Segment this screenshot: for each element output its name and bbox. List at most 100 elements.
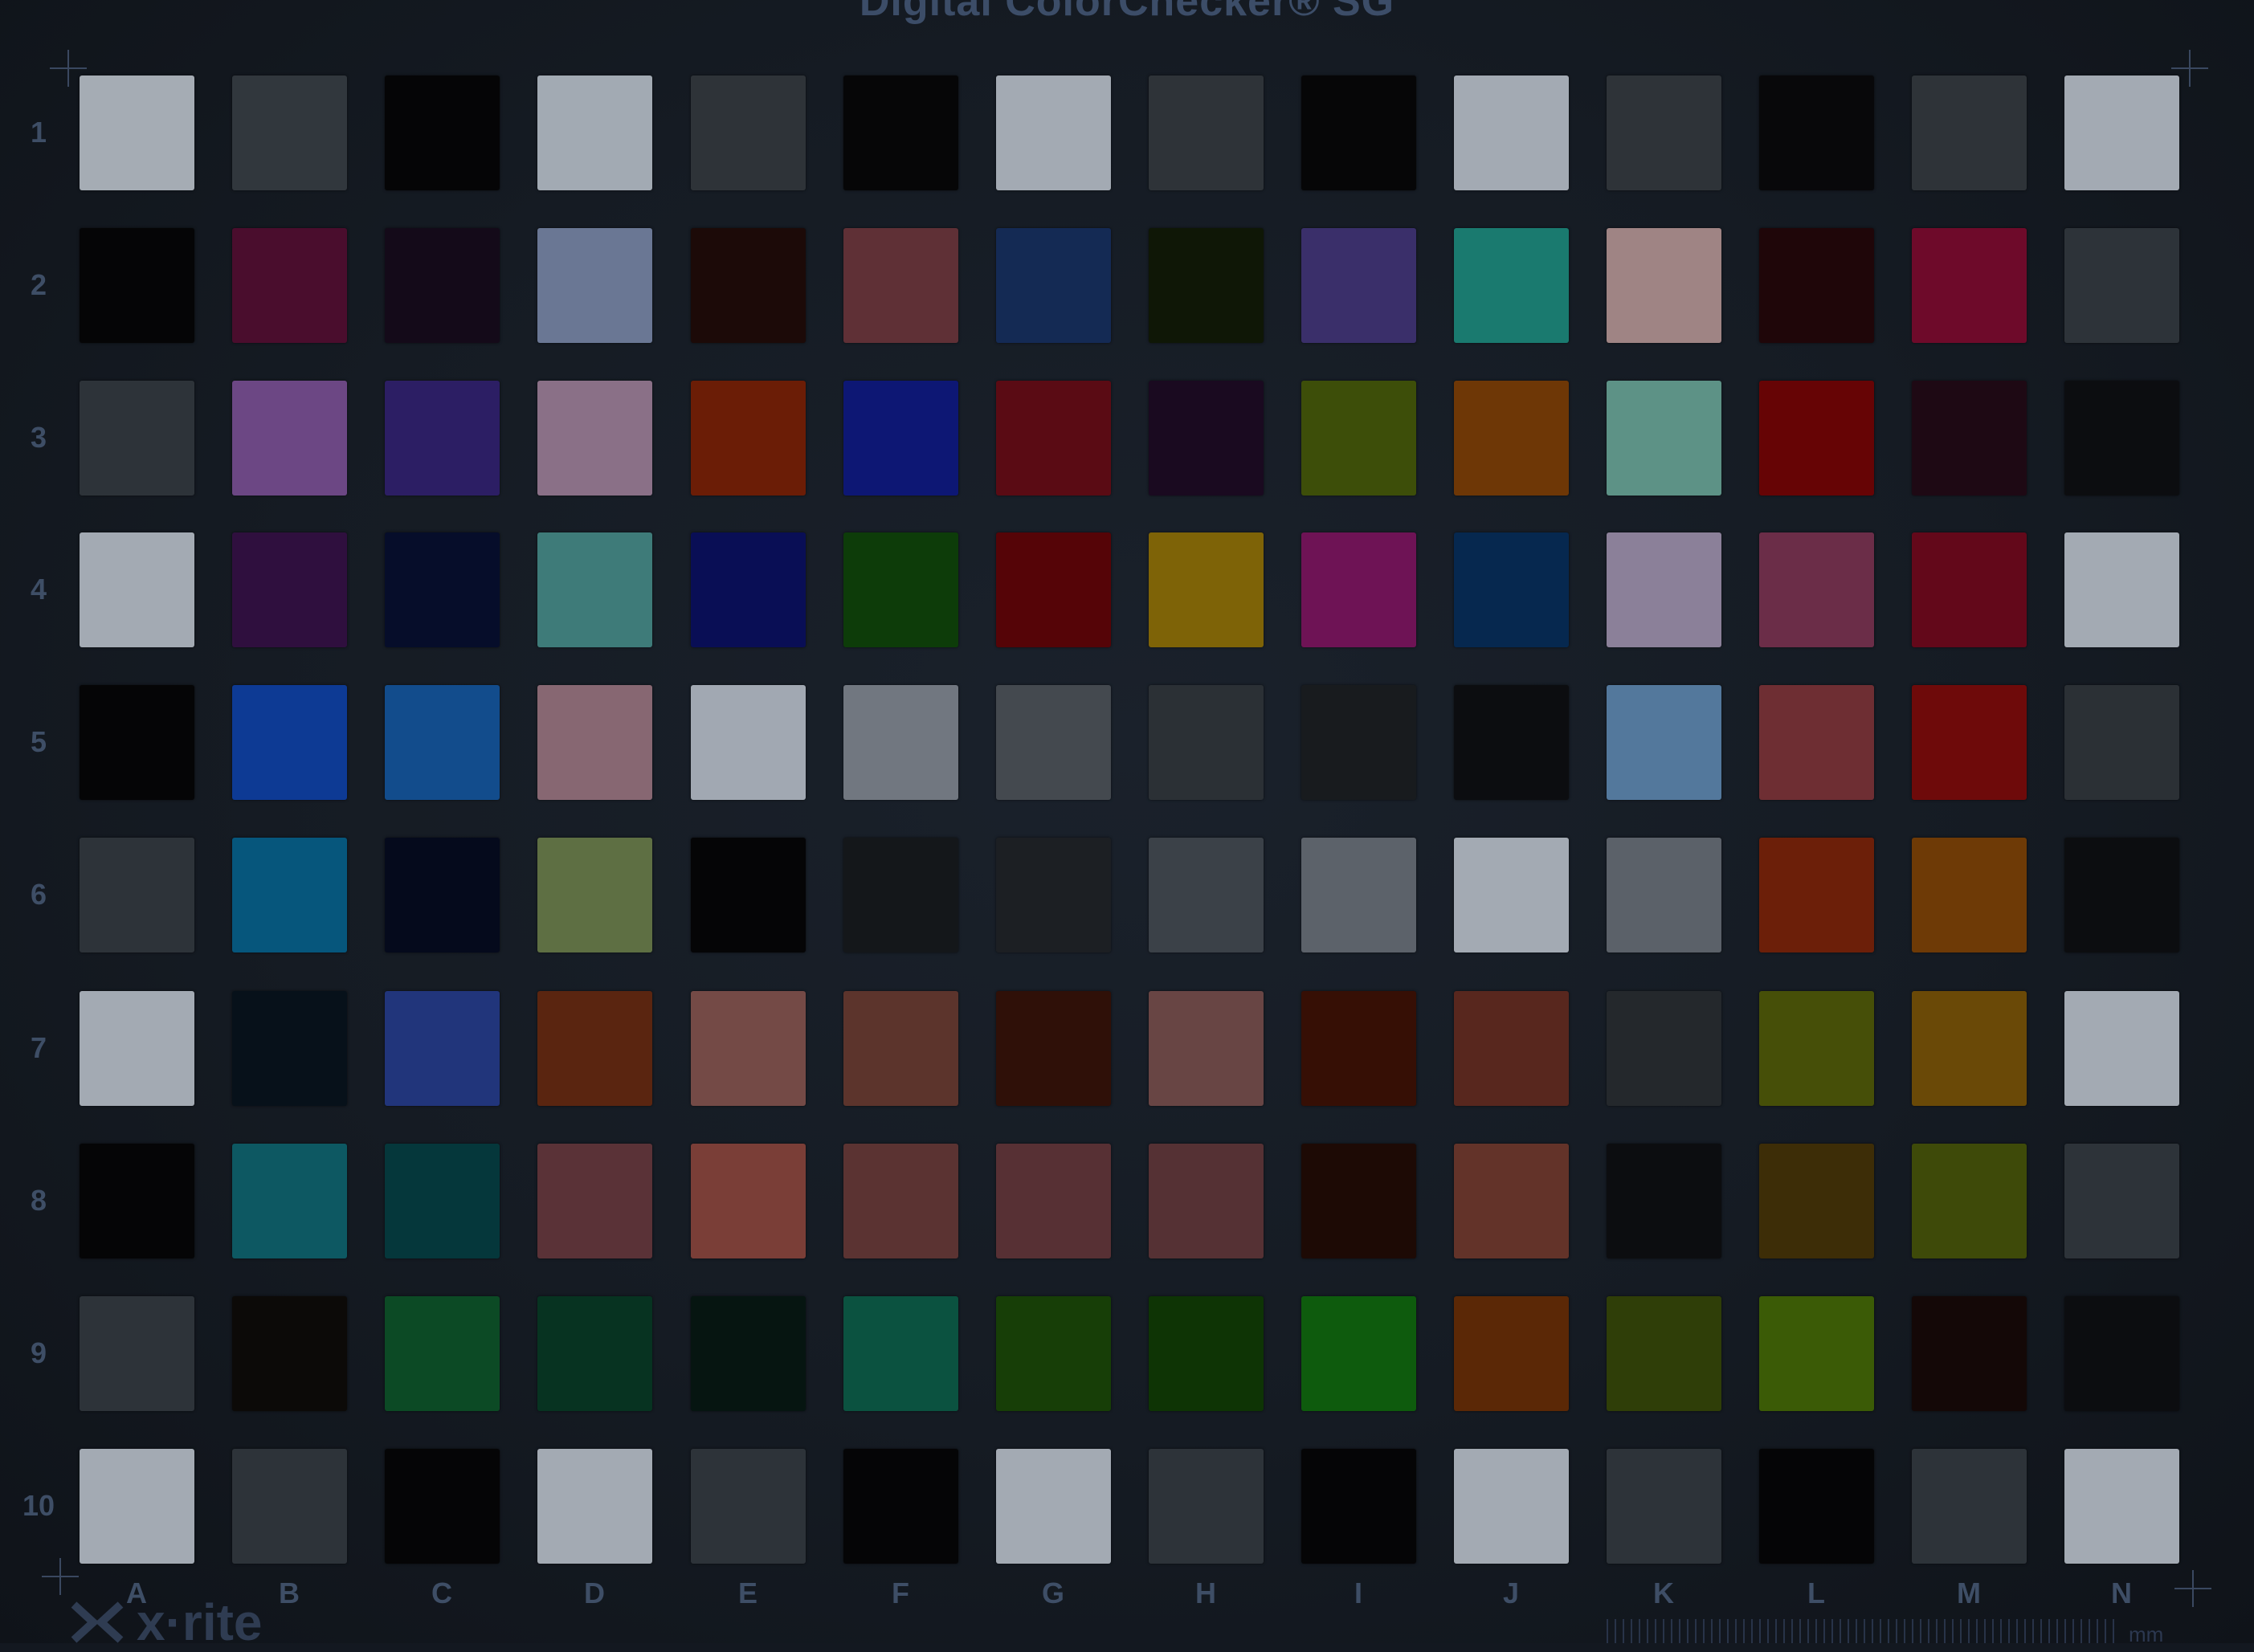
color-patch-H8 (1148, 1143, 1264, 1258)
color-patch-M3 (1911, 380, 2027, 496)
color-patch-F8 (843, 1143, 958, 1258)
color-patch-M5 (1911, 684, 2027, 800)
color-patch-H2 (1148, 227, 1264, 343)
row-label: 5 (30, 725, 47, 758)
color-patch-K8 (1606, 1143, 1721, 1258)
color-patch-F7 (843, 990, 958, 1106)
column-label: G (1041, 1577, 1064, 1609)
color-patch-D9 (537, 1295, 652, 1411)
color-patch-E5 (690, 684, 806, 800)
color-patch-M1 (1911, 75, 2027, 190)
color-patch-D10 (537, 1448, 652, 1564)
color-patch-G5 (995, 684, 1111, 800)
color-patch-A3 (79, 380, 194, 496)
color-patch-M4 (1911, 532, 2027, 647)
color-patch-F4 (843, 532, 958, 647)
color-patch-E10 (690, 1448, 806, 1564)
color-patch-D3 (537, 380, 652, 496)
crosshair-icon (42, 1558, 79, 1595)
color-patch-L1 (1758, 75, 1874, 190)
column-label: L (1807, 1577, 1825, 1609)
column-label: J (1502, 1577, 1520, 1609)
mm-ruler (1607, 1619, 2121, 1643)
column-label: M (1957, 1577, 1981, 1609)
color-patch-D8 (537, 1143, 652, 1258)
color-patch-G9 (995, 1295, 1111, 1411)
color-patch-E3 (690, 380, 806, 496)
color-patch-N3 (2064, 380, 2179, 496)
color-patch-B9 (231, 1295, 347, 1411)
column-label: N (2111, 1577, 2132, 1609)
color-patch-A5 (79, 684, 194, 800)
color-patch-G3 (995, 380, 1111, 496)
color-patch-N1 (2064, 75, 2179, 190)
color-patch-B2 (231, 227, 347, 343)
color-patch-J3 (1453, 380, 1569, 496)
xrite-logo: x·rite (69, 1593, 263, 1651)
color-patch-J2 (1453, 227, 1569, 343)
color-patch-M6 (1911, 837, 2027, 952)
color-patch-J10 (1453, 1448, 1569, 1564)
column-label: I (1354, 1577, 1362, 1609)
color-patch-J8 (1453, 1143, 1569, 1258)
color-patch-I10 (1301, 1448, 1416, 1564)
color-patch-A4 (79, 532, 194, 647)
color-patch-G10 (995, 1448, 1111, 1564)
color-patch-F10 (843, 1448, 958, 1564)
color-patch-H4 (1148, 532, 1264, 647)
color-patch-J6 (1453, 837, 1569, 952)
column-label: B (279, 1577, 300, 1609)
color-patch-F1 (843, 75, 958, 190)
color-patch-E4 (690, 532, 806, 647)
color-patch-I3 (1301, 380, 1416, 496)
column-label: C (431, 1577, 452, 1609)
colorchecker-chart: Digital ColorChecker® SG 1 2 3 4 5 6 7 8 9 10 ABC… (0, 0, 2254, 1651)
color-patch-I1 (1301, 75, 1416, 190)
color-patch-A10 (79, 1448, 194, 1564)
row-label: 8 (30, 1184, 47, 1217)
color-patch-L3 (1758, 380, 1874, 496)
color-patch-N8 (2064, 1143, 2179, 1258)
color-patch-I8 (1301, 1143, 1416, 1258)
color-patch-N2 (2064, 227, 2179, 343)
color-patch-A6 (79, 837, 194, 952)
color-patch-N6 (2064, 837, 2179, 952)
row-label: 4 (30, 573, 47, 606)
column-label: H (1195, 1577, 1216, 1609)
color-patch-K6 (1606, 837, 1721, 952)
color-patch-B3 (231, 380, 347, 496)
column-label: D (584, 1577, 605, 1609)
color-patch-K3 (1606, 380, 1721, 496)
color-patch-M7 (1911, 990, 2027, 1106)
color-patch-K2 (1606, 227, 1721, 343)
color-patch-D5 (537, 684, 652, 800)
color-patch-M9 (1911, 1295, 2027, 1411)
color-patch-M8 (1911, 1143, 2027, 1258)
color-patch-G8 (995, 1143, 1111, 1258)
color-patch-L8 (1758, 1143, 1874, 1258)
color-patch-G1 (995, 75, 1111, 190)
color-patch-A9 (79, 1295, 194, 1411)
color-patch-L7 (1758, 990, 1874, 1106)
color-patch-I5 (1301, 684, 1416, 800)
color-patch-G6 (995, 837, 1111, 952)
color-patch-H10 (1148, 1448, 1264, 1564)
color-patch-B5 (231, 684, 347, 800)
color-patch-J5 (1453, 684, 1569, 800)
color-patch-N10 (2064, 1448, 2179, 1564)
color-patch-E9 (690, 1295, 806, 1411)
color-patch-D6 (537, 837, 652, 952)
color-patch-E8 (690, 1143, 806, 1258)
color-patch-L2 (1758, 227, 1874, 343)
color-patch-C1 (384, 75, 500, 190)
color-patch-L4 (1758, 532, 1874, 647)
row-label: 7 (30, 1031, 47, 1064)
row-label: 6 (30, 878, 47, 911)
color-patch-M10 (1911, 1448, 2027, 1564)
color-patch-J1 (1453, 75, 1569, 190)
color-patch-H3 (1148, 380, 1264, 496)
color-patch-E7 (690, 990, 806, 1106)
color-patch-B10 (231, 1448, 347, 1564)
color-patch-C5 (384, 684, 500, 800)
color-patch-F3 (843, 380, 958, 496)
